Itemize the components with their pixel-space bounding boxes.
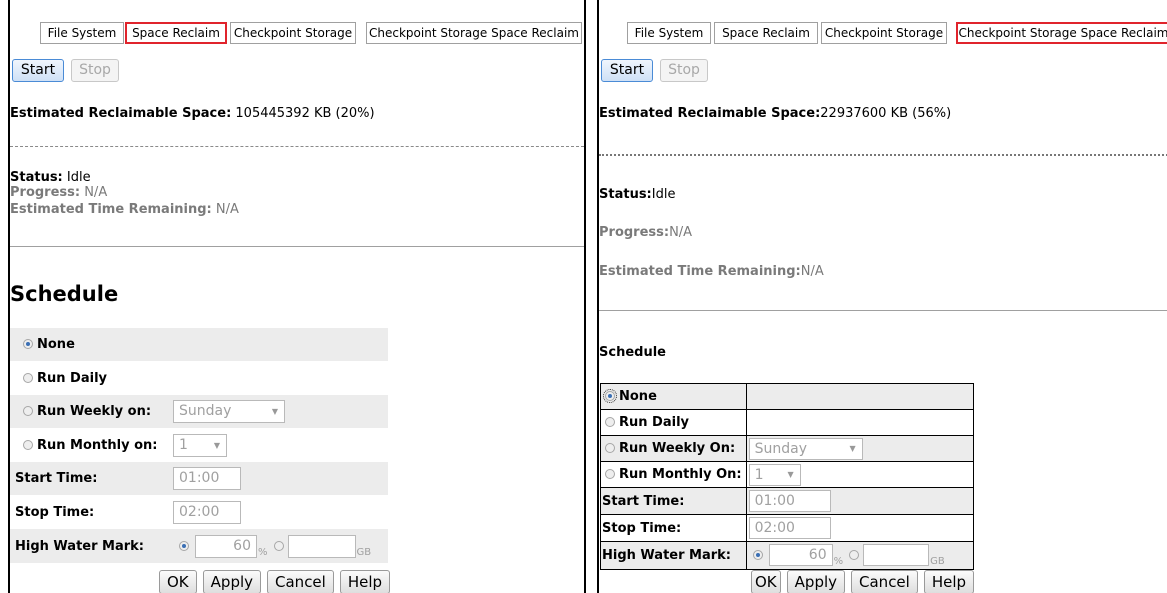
time-remaining-text: Estimated Time Remaining:N/A xyxy=(599,264,824,279)
radio-gb[interactable] xyxy=(849,549,860,560)
radio-icon[interactable] xyxy=(23,439,33,450)
apply-button[interactable]: Apply xyxy=(786,570,846,593)
weekly-day-select[interactable]: Sunday ▼ xyxy=(173,400,285,423)
radio-none[interactable]: None xyxy=(600,383,747,410)
tab-file-system[interactable]: File System xyxy=(40,22,124,44)
stop-button[interactable]: Stop xyxy=(71,59,119,82)
hwm-gb-input[interactable] xyxy=(863,544,930,567)
tab-checkpoint-storage-space-reclaim[interactable]: Checkpoint Storage Space Reclaim xyxy=(366,22,582,44)
schedule-heading: Schedule xyxy=(599,345,666,360)
start-button[interactable]: Start xyxy=(601,59,653,82)
status-text: Status: Idle xyxy=(10,170,91,185)
radio-icon[interactable] xyxy=(605,443,615,453)
help-button[interactable]: Help xyxy=(923,570,975,593)
footer-buttons: OK Apply Cancel Help xyxy=(159,570,396,593)
tab-file-system[interactable]: File System xyxy=(627,22,711,44)
estimated-reclaimable-space: Estimated Reclaimable Space:22937600 KB … xyxy=(599,106,952,121)
high-water-mark-label: High Water Mark: xyxy=(15,538,145,554)
tab-space-reclaim[interactable]: Space Reclaim xyxy=(125,22,227,44)
divider xyxy=(10,146,584,147)
ok-button[interactable]: OK xyxy=(751,570,781,593)
radio-gb[interactable] xyxy=(273,540,284,551)
cancel-button[interactable]: Cancel xyxy=(267,570,334,593)
status-text: Status:Idle xyxy=(599,187,676,202)
radio-icon[interactable] xyxy=(23,339,33,349)
radio-run-monthly[interactable]: Run Monthly on: xyxy=(10,428,169,462)
progress-text: Progress: N/A xyxy=(10,185,108,200)
tab-space-reclaim[interactable]: Space Reclaim xyxy=(714,22,818,44)
start-time-input[interactable]: 01:00 xyxy=(173,467,241,490)
ok-button[interactable]: OK xyxy=(159,570,197,593)
schedule-heading: Schedule xyxy=(10,282,119,306)
chevron-down-icon: ▼ xyxy=(271,407,278,416)
tab-checkpoint-storage[interactable]: Checkpoint Storage xyxy=(230,22,356,44)
schedule-table: None Run Daily Run Weekly on: Sunday ▼ Ru… xyxy=(10,328,388,563)
stop-time-input[interactable]: 02:00 xyxy=(173,500,241,524)
divider xyxy=(599,154,1167,156)
divider xyxy=(10,246,584,247)
divider xyxy=(599,310,1167,311)
percent-unit: % xyxy=(258,546,268,558)
gb-unit: GB xyxy=(356,546,372,558)
radio-run-monthly[interactable]: Run Monthly On: xyxy=(600,461,747,488)
hwm-percent-input[interactable]: 60 xyxy=(768,544,833,567)
radio-run-daily[interactable]: Run Daily xyxy=(600,409,747,436)
radio-icon[interactable] xyxy=(605,469,615,479)
cancel-button[interactable]: Cancel xyxy=(851,570,918,593)
radio-percent[interactable] xyxy=(179,540,189,551)
radio-run-weekly[interactable]: Run Weekly on: xyxy=(10,395,169,428)
progress-text: Progress:N/A xyxy=(599,225,693,240)
high-water-mark-label: High Water Mark: xyxy=(600,541,747,570)
time-remaining-text: Estimated Time Remaining: N/A xyxy=(10,202,239,217)
estimated-reclaimable-space: Estimated Reclaimable Space: 105445392 K… xyxy=(10,106,375,121)
chevron-down-icon: ▼ xyxy=(787,469,794,479)
start-button[interactable]: Start xyxy=(12,59,64,82)
gb-unit: GB xyxy=(930,555,945,567)
apply-button[interactable]: Apply xyxy=(202,570,262,593)
weekly-day-select[interactable]: Sunday ▼ xyxy=(748,437,863,460)
radio-icon[interactable] xyxy=(23,406,33,416)
schedule-table: None Run Daily Run Weekly On: Sunday ▼ Ru… xyxy=(600,383,975,570)
radio-icon[interactable] xyxy=(23,372,33,383)
stop-button[interactable]: Stop xyxy=(660,59,708,82)
percent-unit: % xyxy=(833,555,844,567)
hwm-gb-input[interactable] xyxy=(287,534,356,558)
radio-run-daily[interactable]: Run Daily xyxy=(10,361,169,395)
stop-time-label: Stop Time: xyxy=(15,504,95,520)
help-button[interactable]: Help xyxy=(339,570,391,593)
radio-run-weekly[interactable]: Run Weekly On: xyxy=(600,435,747,462)
space-reclaim-panel: File System Space Reclaim Checkpoint Sto… xyxy=(8,0,586,593)
stop-time-input[interactable]: 02:00 xyxy=(748,517,831,539)
monthly-day-select[interactable]: 1 ▼ xyxy=(173,433,227,457)
radio-icon[interactable] xyxy=(605,417,615,427)
stop-time-label: Stop Time: xyxy=(600,514,747,542)
radio-icon[interactable] xyxy=(603,389,617,403)
radio-none[interactable]: None xyxy=(10,328,169,361)
footer-buttons: OK Apply Cancel Help xyxy=(751,570,980,593)
start-time-label: Start Time: xyxy=(15,471,98,486)
tab-checkpoint-storage[interactable]: Checkpoint Storage xyxy=(821,22,947,44)
monthly-day-select[interactable]: 1 ▼ xyxy=(748,463,801,486)
hwm-percent-input[interactable]: 60 xyxy=(195,534,257,558)
tab-checkpoint-storage-space-reclaim[interactable]: Checkpoint Storage Space Reclaim xyxy=(956,22,1167,44)
checkpoint-storage-space-reclaim-panel: File System Space Reclaim Checkpoint Sto… xyxy=(597,0,1167,593)
start-time-input[interactable]: 01:00 xyxy=(748,490,831,512)
radio-percent[interactable] xyxy=(752,549,763,560)
chevron-down-icon: ▼ xyxy=(849,443,856,453)
chevron-down-icon: ▼ xyxy=(213,440,220,450)
start-time-label: Start Time: xyxy=(600,487,747,515)
